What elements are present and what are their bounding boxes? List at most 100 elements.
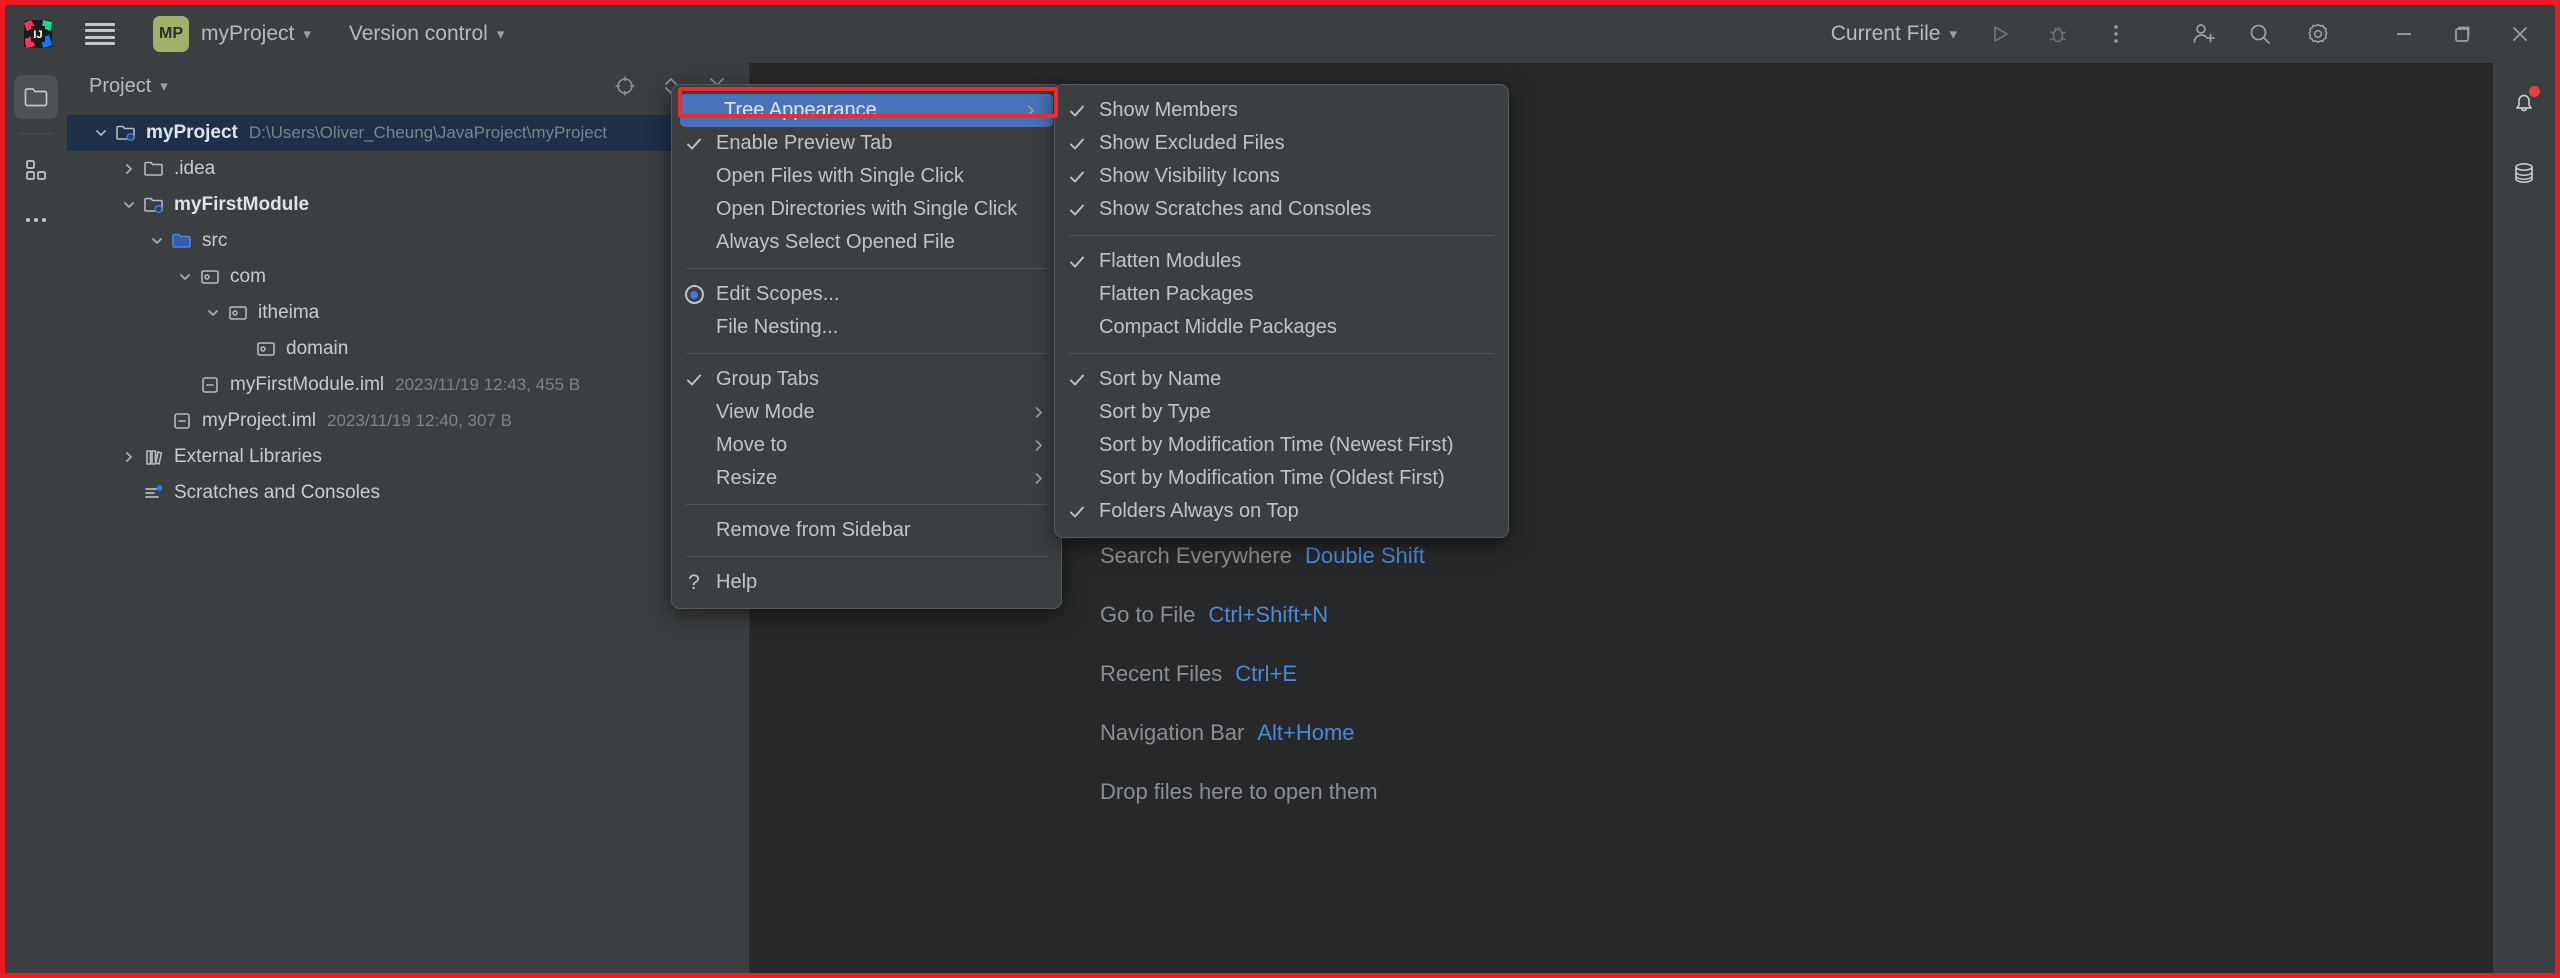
gear-icon[interactable] (2303, 19, 2333, 49)
menu-item-enable-preview-tab[interactable]: Enable Preview Tab (672, 127, 1061, 160)
version-control-label[interactable]: Version control (349, 22, 488, 46)
shortcut-hint-label: Navigation Bar (1100, 720, 1245, 745)
menu-item-edit-scopes[interactable]: Edit Scopes... (672, 278, 1061, 311)
menu-item-flatten-packages[interactable]: Flatten Packages (1055, 278, 1508, 311)
close-icon[interactable] (2505, 19, 2535, 49)
chevron-down-icon[interactable] (117, 199, 141, 211)
menu-item-flatten-modules[interactable]: Flatten Modules (1055, 245, 1508, 278)
project-name-label[interactable]: myProject (201, 22, 294, 46)
menu-item-view-mode[interactable]: View Mode (672, 396, 1061, 429)
chevron-right-icon (1032, 406, 1045, 419)
tree-node-external-libraries[interactable]: External Libraries (67, 439, 749, 475)
chevron-down-icon[interactable] (89, 127, 113, 139)
tree-node-scratches-and-consoles[interactable]: Scratches and Consoles (67, 475, 749, 511)
menu-item-label: Show Scratches and Consoles (1099, 198, 1372, 220)
module-folder-icon (141, 194, 167, 216)
tree-node-myfirstmodule-iml[interactable]: myFirstModule.iml 2023/11/19 12:43, 455 B (67, 367, 749, 403)
chevron-right-icon[interactable] (117, 451, 141, 463)
chevron-down-icon[interactable]: ▾ (160, 77, 168, 95)
project-tree[interactable]: myProject D:\Users\Oliver_Cheung\JavaProj… (67, 109, 749, 511)
sidebar-item-more-tool-windows[interactable] (14, 198, 58, 242)
menu-item-file-nesting[interactable]: File Nesting... (672, 311, 1061, 344)
shortcut-hint[interactable]: Search Everywhere Double Shift (1100, 543, 1425, 569)
menu-item-open-files-with-single-click[interactable]: Open Files with Single Click (672, 160, 1061, 193)
chevron-down-icon[interactable] (145, 235, 169, 247)
chevron-right-icon[interactable] (117, 163, 141, 175)
menu-item-group-tabs[interactable]: Group Tabs (672, 363, 1061, 396)
notifications-icon[interactable] (2502, 81, 2546, 125)
tree-node-com[interactable]: com (67, 259, 749, 295)
chevron-down-icon[interactable]: ▾ (1949, 25, 1957, 43)
tool-window-header: Project ▾ (67, 63, 749, 109)
menu-item-resize[interactable]: Resize (672, 462, 1061, 495)
shortcut-hint[interactable]: Go to File Ctrl+Shift+N (1100, 602, 1425, 628)
chevron-down-icon[interactable]: ▾ (303, 25, 311, 43)
tree-node-itheima[interactable]: itheima (67, 295, 749, 331)
run-icon[interactable] (1985, 19, 2015, 49)
package-icon (253, 338, 279, 360)
menu-item-label: Move to (716, 434, 788, 456)
check-icon (1055, 102, 1099, 120)
menu-item-sort-by-type[interactable]: Sort by Type (1055, 396, 1508, 429)
menu-item-compact-middle-packages[interactable]: Compact Middle Packages (1055, 311, 1508, 344)
minimize-icon[interactable] (2389, 19, 2419, 49)
run-configuration-selector[interactable]: Current File (1831, 22, 1941, 46)
scratches-icon (141, 482, 167, 504)
menu-item-help[interactable]: ? Help (672, 566, 1061, 599)
module-folder-icon (113, 122, 139, 144)
shortcut-hint-key: Alt+Home (1257, 720, 1355, 745)
tree-node-src[interactable]: src (67, 223, 749, 259)
tool-window-title[interactable]: Project (89, 75, 151, 98)
menu-item-tree-appearance[interactable]: Tree Appearance (680, 94, 1053, 127)
chevron-down-icon[interactable]: ▾ (497, 25, 505, 43)
tool-window-options-menu[interactable]: Tree Appearance Enable Preview Tab Open Fi… (671, 84, 1062, 609)
menu-item-show-excluded-files[interactable]: Show Excluded Files (1055, 127, 1508, 160)
shortcut-hint[interactable]: Navigation Bar Alt+Home (1100, 720, 1425, 746)
menu-item-remove-from-sidebar[interactable]: Remove from Sidebar (672, 514, 1061, 547)
menu-item-sort-by-modification-time-oldest-first[interactable]: Sort by Modification Time (Oldest First) (1055, 462, 1508, 495)
menu-item-show-scratches-and-consoles[interactable]: Show Scratches and Consoles (1055, 193, 1508, 226)
sidebar-item-structure[interactable] (14, 148, 58, 192)
menu-item-open-directories-with-single-click[interactable]: Open Directories with Single Click (672, 193, 1061, 226)
chevron-down-icon[interactable] (201, 307, 225, 319)
menu-item-show-members[interactable]: Show Members (1055, 94, 1508, 127)
tree-node-label: myProject (146, 122, 238, 143)
menu-item-label: Group Tabs (716, 368, 820, 390)
chevron-down-icon[interactable] (173, 271, 197, 283)
menu-item-folders-always-on-top[interactable]: Folders Always on Top (1055, 495, 1508, 528)
search-icon[interactable] (2245, 19, 2275, 49)
tree-node-label: domain (286, 338, 349, 359)
menu-item-move-to[interactable]: Move to (672, 429, 1061, 462)
menu-item-sort-by-name[interactable]: Sort by Name (1055, 363, 1508, 396)
menu-item-label: Show Visibility Icons (1099, 165, 1280, 187)
debug-icon[interactable] (2043, 19, 2073, 49)
tree-node-idea[interactable]: .idea (67, 151, 749, 187)
menu-item-label: Help (716, 571, 758, 593)
menu-item-label: Resize (716, 467, 778, 489)
tree-appearance-submenu[interactable]: Show Members Show Excluded Files Show Visi… (1054, 84, 1509, 538)
tree-node-meta: 2023/11/19 12:43, 455 B (395, 375, 581, 394)
menu-item-always-select-opened-file[interactable]: Always Select Opened File (672, 226, 1061, 259)
add-account-icon[interactable] (2187, 19, 2217, 49)
intellij-idea-icon[interactable]: IJ (23, 19, 53, 49)
shortcut-hint[interactable]: Recent Files Ctrl+E (1100, 661, 1425, 687)
sidebar-item-project[interactable] (14, 75, 58, 119)
tree-node-domain[interactable]: domain (67, 331, 749, 367)
menu-separator (686, 268, 1047, 269)
tree-node-myproject[interactable]: myProject D:\Users\Oliver_Cheung\JavaProj… (67, 115, 749, 151)
svg-text:IJ: IJ (33, 29, 42, 41)
menu-separator (686, 504, 1047, 505)
menu-item-label: Open Directories with Single Click (716, 198, 1018, 220)
project-badge[interactable]: MP (153, 16, 189, 52)
hamburger-menu-icon[interactable] (85, 23, 115, 45)
database-icon[interactable] (2502, 151, 2546, 195)
check-icon (672, 371, 716, 389)
menu-item-label: Flatten Packages (1099, 283, 1254, 305)
more-vertical-icon[interactable] (2101, 19, 2131, 49)
select-opened-file-icon[interactable] (613, 74, 637, 98)
tree-node-myproject-iml[interactable]: myProject.iml 2023/11/19 12:40, 307 B (67, 403, 749, 439)
menu-item-sort-by-modification-time-newest-first[interactable]: Sort by Modification Time (Newest First) (1055, 429, 1508, 462)
maximize-icon[interactable] (2447, 19, 2477, 49)
tree-node-myfirstmodule[interactable]: myFirstModule (67, 187, 749, 223)
menu-item-show-visibility-icons[interactable]: Show Visibility Icons (1055, 160, 1508, 193)
